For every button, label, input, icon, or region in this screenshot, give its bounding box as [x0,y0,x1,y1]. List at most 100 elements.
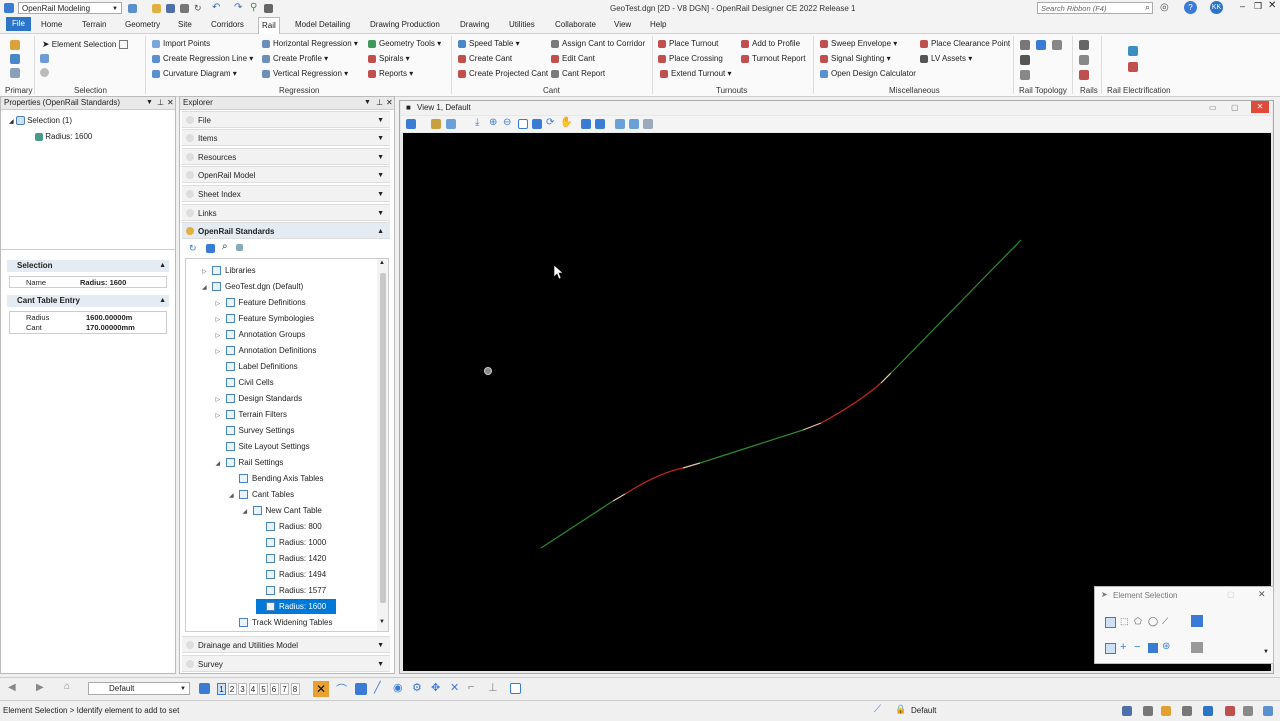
topology-tool-5-icon[interactable] [1020,70,1030,80]
measure-icon[interactable]: ⊥ [488,681,498,694]
tree-item[interactable]: ◢ Cant Tables [229,487,294,502]
explorer-section-drainage-and-utilities[interactable]: Drainage and Utilities Model ▼ [182,636,390,653]
save-icon[interactable] [166,4,175,13]
trim-icon[interactable]: ✕ [450,681,459,694]
forward-icon[interactable]: ▶ [36,682,44,693]
place-clearance-point-button[interactable]: Place Clearance Point [920,39,1010,48]
speed-table-button[interactable]: Speed Table ▾ [458,39,520,48]
explorer-section-items[interactable]: Items ▼ [182,129,390,146]
select-all-icon[interactable] [40,54,49,63]
topology-tool-3-icon[interactable] [1052,40,1062,50]
subtract-mode-icon[interactable]: − [1134,641,1140,653]
horizontal-regression-button[interactable]: Horizontal Regression ▾ [262,39,358,48]
explorer-section-openrail-model[interactable]: OpenRail Model ▼ [182,166,390,183]
rails-tool-2-icon[interactable] [1079,55,1089,65]
workflow-select[interactable]: OpenRail Modeling ▼ [18,2,122,14]
expand-toggle-icon[interactable]: ◢ [229,489,239,504]
accusnap-icon[interactable]: ⟋ [874,704,881,715]
spirals-button[interactable]: Spirals ▾ [368,54,410,63]
close-icon[interactable]: ✕ [167,97,174,109]
sync-icon[interactable]: ↻ [194,3,202,14]
create-regression-line-button[interactable]: Create Regression Line ▾ [152,54,253,63]
expand-toggle-icon[interactable]: ▷ [202,265,212,280]
tree-item[interactable]: Bending Axis Tables [229,471,323,486]
alerts-icon[interactable] [1225,706,1235,716]
smartline-icon[interactable]: ⌒ [336,681,347,697]
place-circle-icon[interactable]: ◉ [393,681,403,694]
individual-method-icon[interactable] [1105,617,1116,628]
tree-item[interactable]: Radius: 1494 [256,567,326,582]
model-status-icon[interactable] [1143,706,1153,716]
place-turnout-button[interactable]: Place Turnout [658,39,718,48]
import-points-button[interactable]: Import Points [152,39,210,48]
create-projected-cant-button[interactable]: Create Projected Cant [458,69,548,78]
tab-geometry[interactable]: Geometry [122,19,163,30]
tree-item[interactable]: ▷ Libraries [202,263,256,278]
accudraw-icon[interactable]: ✕ [313,681,329,697]
sweep-envelope-button[interactable]: Sweep Envelope ▾ [820,39,897,48]
element-selection-button[interactable]: ➤ Element Selection [42,39,128,50]
lv-assets-button[interactable]: LV Assets ▾ [920,54,972,63]
tree-item[interactable]: ▷ Design Standards [216,391,302,406]
undo-icon[interactable]: ↶ [212,2,220,13]
add-mode-icon[interactable]: + [1120,641,1126,653]
close-icon[interactable]: ✕ [1268,0,1276,11]
turnout-report-button[interactable]: Turnout Report [741,54,806,63]
selection-tree-root[interactable]: ◢ Selection (1) [9,116,72,126]
create-profile-button[interactable]: Create Profile ▾ [262,54,328,63]
panel-menu-icon[interactable]: ▼ [146,97,153,109]
back-icon[interactable]: ◀ [8,682,16,693]
search-ribbon-input[interactable]: Search Ribbon (F4) ⌕ [1037,2,1153,14]
tab-model-detailing[interactable]: Model Detailing [292,19,353,30]
tab-utilities[interactable]: Utilities [506,19,538,30]
select-all-icon[interactable]: ⊛ [1162,641,1170,652]
zoom-out-icon[interactable]: ⊖ [503,117,511,128]
tree-item[interactable]: ▷ Annotation Groups [216,327,305,342]
tree-item[interactable]: ◢ Rail Settings [216,455,283,470]
bentley-cloud-icon[interactable] [1203,706,1213,716]
tree-item[interactable]: Radius: 1577 [256,583,326,598]
shape-method-icon[interactable]: ⬠ [1134,616,1142,627]
cant-table-entry-section-header[interactable]: Cant Table Entry ▲ [7,295,169,307]
invert-mode-icon[interactable] [1148,643,1158,653]
clip-volume-icon[interactable] [629,119,639,129]
tab-file[interactable]: File [6,17,31,31]
line-method-icon[interactable]: ⟋ [1162,616,1168,627]
move-icon[interactable]: ✥ [431,681,440,694]
rails-tool-1-icon[interactable] [1079,40,1089,50]
place-line-icon[interactable]: ╱ [374,681,381,694]
minimize-icon[interactable]: – [1240,1,1245,11]
topology-tool-1-icon[interactable] [1020,40,1030,50]
tree-item[interactable]: Radius: 1420 [256,551,326,566]
tab-drawing[interactable]: Drawing [457,19,492,30]
select-by-attributes-icon[interactable] [1191,642,1203,653]
block-method-icon[interactable]: ⬚ [1120,616,1129,627]
pan-view-icon[interactable]: ✋ [560,117,572,128]
fillet-icon[interactable]: ⌐ [468,681,474,693]
fit-view-icon[interactable] [532,119,542,129]
view-number-button[interactable]: 2 [227,683,237,695]
save-status-icon[interactable] [1122,706,1132,716]
tab-terrain[interactable]: Terrain [79,19,109,30]
tree-item[interactable]: Radius: 1000 [256,535,326,550]
tree-item[interactable]: ▷ Terrain Filters [216,407,287,422]
views-icon[interactable] [199,683,210,694]
view-number-button[interactable]: 7 [280,683,289,695]
tab-help[interactable]: Help [647,19,669,30]
restore-icon[interactable]: ❐ [1254,1,1262,12]
explorer-section-sheet-index[interactable]: Sheet Index ▼ [182,185,390,202]
zoom-in-icon[interactable]: ⊕ [489,117,497,128]
user-avatar[interactable]: KK [1210,1,1223,14]
curvature-diagram-button[interactable]: Curvature Diagram ▾ [152,69,237,78]
close-icon[interactable]: ✕ [386,97,393,109]
expand-toggle-icon[interactable]: ▷ [216,313,226,328]
cant-report-button[interactable]: Cant Report [551,69,605,78]
tree-item[interactable]: ▷ Feature Definitions [216,295,306,310]
design-history-icon[interactable] [1161,706,1171,716]
circle-method-icon[interactable]: ◯ [1148,616,1158,627]
view-previous-icon[interactable] [581,119,591,129]
settings-gear-icon[interactable]: ⚙ [412,681,422,694]
electrification-tool-2-icon[interactable] [1128,62,1138,72]
view-attributes-icon[interactable] [406,119,416,129]
rotate-view-icon[interactable]: ⟳ [546,117,554,128]
